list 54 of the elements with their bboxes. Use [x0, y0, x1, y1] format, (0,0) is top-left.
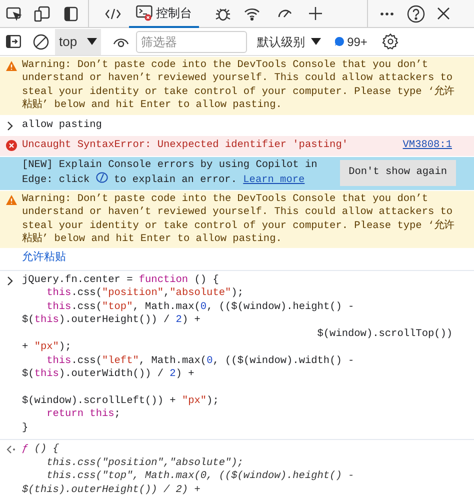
settings-icon[interactable] [382, 33, 400, 50]
dont-show-again-button[interactable]: Don't show again [340, 160, 456, 186]
error-icon [6, 140, 17, 152]
eye-icon[interactable] [113, 36, 130, 48]
plus-icon[interactable] [309, 7, 322, 20]
sidebar-show-icon[interactable] [6, 35, 21, 48]
clear-console-icon[interactable] [33, 34, 49, 50]
issues-counter[interactable]: 99+ [335, 32, 368, 50]
dropdown-arrow-icon [87, 38, 98, 45]
command-text: allow pasting [22, 118, 102, 132]
close-icon[interactable] [437, 7, 450, 20]
console-icon [136, 4, 153, 20]
code-line: return this; [46, 408, 122, 422]
message-bubble-icon [335, 37, 344, 46]
warning-message: Warning: Don’t paste code into the DevTools Console that you don’t understand or haven’t reviewed yourself. This could allow attackers to steal your identity or take control of your computer. Please type ‘允许粘贴’ below and hit Enter to allow pasting. [22, 59, 456, 113]
paste-link[interactable]: 允许粘贴 [22, 251, 66, 264]
warning-message: Warning: Don’t paste code into the DevTools Console that you don’t understand or haven’t reviewed yourself. This could allow attackers to steal your identity or take control of your computer. Please type ‘允许粘贴’ below and hit Enter to allow pasting. [22, 192, 456, 246]
error-message: Uncaught SyntaxError: Unexpected identifier 'pasting' [22, 139, 350, 153]
warning-icon [6, 194, 17, 205]
result-arrow-icon [6, 445, 17, 454]
code-line: $(window).scrollTop()) [316, 328, 453, 342]
bug-icon[interactable] [215, 6, 231, 22]
copilot-icon [96, 172, 108, 184]
code-line: this.css("top", Math.max(0, (($(window).height() - [46, 470, 354, 484]
source-link[interactable]: VM3808:1 [402, 139, 452, 153]
code-line: this.css("position","absolute"); [46, 456, 244, 470]
code-line: this.css("top", Math.max(0, (($(window).height() - [46, 300, 356, 314]
code-line: + "px"); [22, 341, 72, 355]
context-dropdown[interactable]: top [55, 28, 102, 54]
elements-tab-icon[interactable] [105, 6, 121, 20]
code-line: this.css("position","absolute"); [46, 287, 244, 301]
inspect-icon[interactable] [6, 6, 22, 22]
code-line: this.css("left", Math.max(0, (($(window).width() - [46, 354, 356, 368]
help-icon[interactable] [407, 4, 425, 22]
learn-more-link[interactable]: Learn more [243, 174, 305, 186]
code-line: $(this).outerHeight()) / 2) + [22, 314, 202, 328]
sidebar-toggle-icon[interactable] [64, 6, 78, 22]
log-levels-dropdown[interactable]: 默认级别 [257, 32, 322, 50]
more-icon[interactable] [380, 12, 394, 16]
filter-field[interactable]: 筛选器 [136, 30, 248, 52]
info-message: [NEW] Explain Console errors by using Copilot in Edge: click to explain an error. Learn more [22, 158, 318, 188]
prompt-icon [6, 276, 14, 286]
code-line: jQuery.fn.center = function () { [22, 274, 220, 288]
console-tab[interactable]: 控制台 [129, 0, 199, 28]
code-line: } [22, 422, 30, 436]
code-line: $(window).scrollLeft()) + "px"); [22, 394, 220, 408]
wifi-icon[interactable] [244, 6, 260, 20]
dropdown-arrow-icon [311, 38, 322, 45]
code-line: ƒ () { [22, 443, 60, 457]
code-line: $(this).outerHeight()) / 2) + [22, 484, 202, 498]
code-line: $(this).outerWidth()) / 2) + [22, 368, 196, 382]
prompt-icon [6, 120, 14, 131]
device-icon[interactable] [34, 6, 50, 22]
warning-icon [6, 61, 17, 71]
